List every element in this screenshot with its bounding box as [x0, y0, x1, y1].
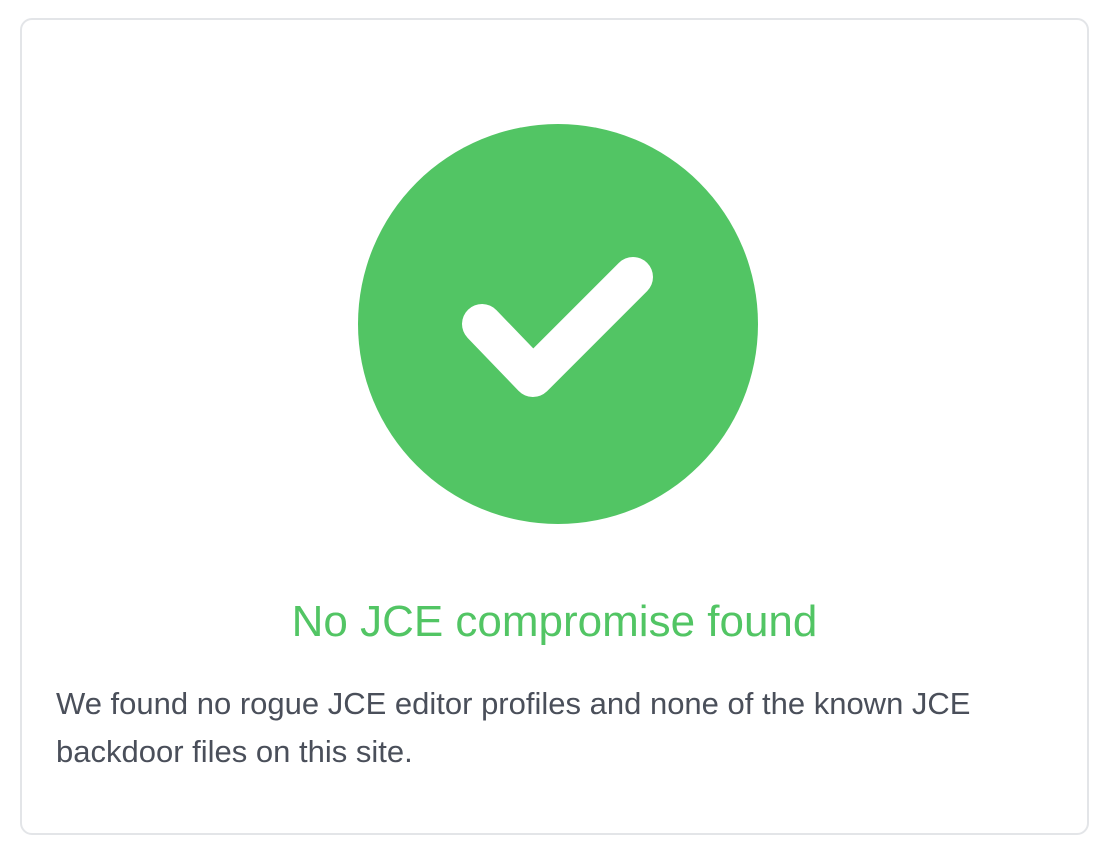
- result-message: We found no rogue JCE editor profiles an…: [56, 686, 971, 769]
- check-circle-icon: [358, 124, 758, 524]
- result-title: No JCE compromise found: [291, 597, 818, 646]
- result-card: No JCE compromise found We found no rogu…: [20, 18, 1089, 835]
